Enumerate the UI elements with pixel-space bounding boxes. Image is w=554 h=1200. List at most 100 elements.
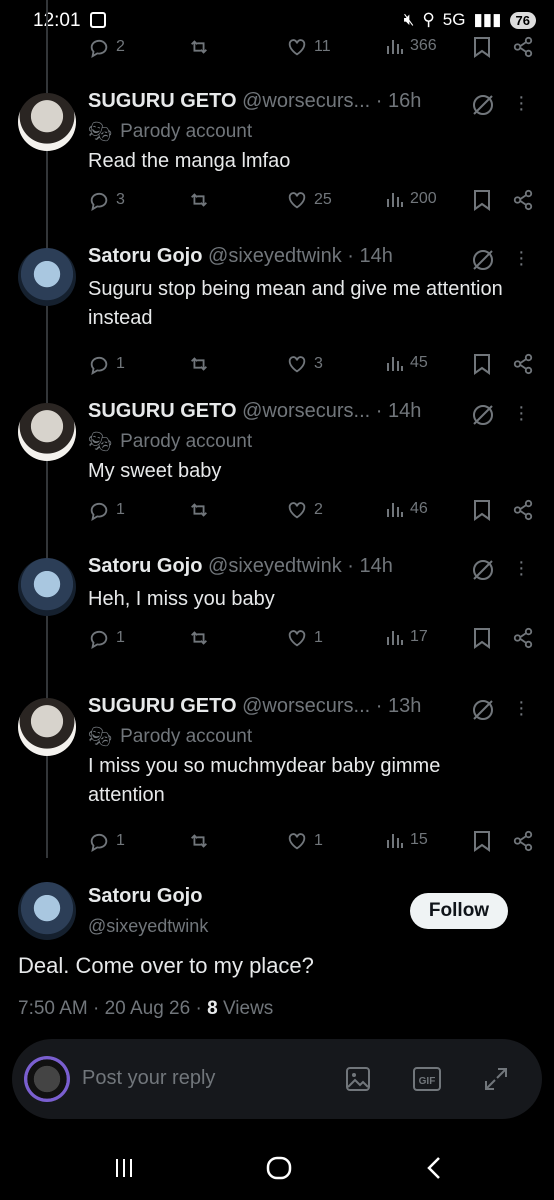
avatar[interactable]: [18, 558, 76, 616]
share-button[interactable]: [512, 830, 534, 852]
views-button[interactable]: 366: [386, 36, 437, 56]
author-handle[interactable]: @worsecurs...: [242, 400, 370, 422]
like-button[interactable]: 1: [286, 627, 323, 649]
bookmark-button[interactable]: [473, 189, 491, 211]
image-icon[interactable]: [344, 1065, 372, 1093]
post-text: Deal. Come over to my place?: [18, 953, 314, 978]
like-button[interactable]: 11: [286, 36, 331, 58]
repost-button[interactable]: [188, 353, 210, 375]
home-icon[interactable]: [266, 1156, 292, 1185]
bookmark-button[interactable]: [473, 499, 491, 521]
back-icon[interactable]: [424, 1156, 444, 1185]
gif-icon[interactable]: GIF: [412, 1065, 442, 1093]
share-button[interactable]: [512, 499, 534, 521]
avatar[interactable]: [18, 698, 76, 756]
like-button[interactable]: 2: [286, 499, 323, 521]
android-nav-bar: [0, 1140, 554, 1200]
author-handle[interactable]: @sixeyedtwink: [208, 245, 342, 267]
bookmark-button[interactable]: [473, 627, 491, 649]
reply-button[interactable]: 1: [88, 830, 125, 852]
svg-text:GIF: GIF: [419, 1076, 436, 1087]
author-handle[interactable]: @sixeyedtwink: [88, 916, 208, 936]
views-icon: [387, 40, 403, 54]
like-button[interactable]: 25: [286, 189, 332, 211]
post-text: Heh, I miss you baby: [88, 588, 275, 610]
author-handle[interactable]: @worsecurs...: [242, 90, 370, 112]
more-icon[interactable]: · · ·: [518, 87, 525, 119]
author-name[interactable]: SUGURU GETO: [88, 400, 237, 422]
reply-button[interactable]: 2: [88, 36, 125, 58]
post-text: I miss you so muchmydear baby gimme atte…: [88, 755, 441, 806]
follow-button[interactable]: Follow: [410, 893, 508, 929]
repost-button[interactable]: [188, 36, 210, 58]
network-label: 5G: [442, 10, 466, 29]
views-button[interactable]: 200: [386, 189, 437, 209]
like-icon: [288, 502, 306, 519]
post-time: · 14h: [347, 555, 393, 577]
share-button[interactable]: [512, 189, 534, 211]
share-button[interactable]: [512, 627, 534, 649]
status-time: 12:01: [33, 10, 81, 31]
grok-icon[interactable]: [470, 92, 496, 118]
more-icon[interactable]: · · ·: [518, 242, 525, 274]
repost-icon: [191, 193, 207, 207]
post-meta: 7:50 AM · 20 Aug 26 · 8 Views: [18, 998, 274, 1019]
grok-icon[interactable]: [470, 247, 496, 273]
reply-button[interactable]: 3: [88, 189, 125, 211]
reply-button[interactable]: 1: [88, 499, 125, 521]
repost-button[interactable]: [188, 499, 210, 521]
author-name[interactable]: SUGURU GETO: [88, 90, 237, 112]
views-button[interactable]: 17: [386, 627, 428, 647]
grok-icon[interactable]: [470, 697, 496, 723]
grok-icon[interactable]: [470, 402, 496, 428]
author-name[interactable]: Satoru Gojo: [88, 245, 202, 267]
expand-icon[interactable]: [482, 1065, 510, 1093]
avatar[interactable]: [18, 882, 76, 940]
post-actions: 1 3 45: [88, 353, 534, 377]
like-button[interactable]: 3: [286, 353, 323, 375]
recents-icon[interactable]: [112, 1156, 136, 1185]
like-icon: [288, 39, 306, 56]
like-icon: [288, 356, 306, 373]
more-icon[interactable]: · · ·: [518, 692, 525, 724]
mask-icon: 🎭︎: [88, 432, 113, 453]
reply-button[interactable]: 1: [88, 353, 125, 375]
mask-icon: 🎭︎: [88, 727, 113, 748]
post-actions: 1 2 46: [88, 499, 534, 523]
avatar[interactable]: [18, 248, 76, 306]
like-button[interactable]: 1: [286, 830, 323, 852]
views-button[interactable]: 46: [386, 499, 428, 519]
like-count: 25: [314, 191, 332, 208]
views-button[interactable]: 15: [386, 830, 428, 850]
avatar[interactable]: [18, 403, 76, 461]
repost-button[interactable]: [188, 627, 210, 649]
reply-icon: [90, 356, 108, 375]
author-name[interactable]: SUGURU GETO: [88, 695, 237, 717]
mask-icon: 🎭︎: [88, 122, 113, 143]
avatar[interactable]: [18, 93, 76, 151]
signal-icon: ▮▮▮: [473, 10, 502, 29]
more-icon[interactable]: · · ·: [518, 397, 525, 429]
share-button[interactable]: [512, 36, 534, 58]
author-name[interactable]: Satoru Gojo: [88, 555, 202, 577]
bookmark-button[interactable]: [473, 36, 491, 58]
author-name[interactable]: Satoru Gojo: [88, 885, 202, 907]
more-icon[interactable]: · · ·: [518, 552, 525, 584]
reply-input[interactable]: Post your reply: [82, 1067, 215, 1090]
bookmark-button[interactable]: [473, 353, 491, 375]
views-button[interactable]: 45: [386, 353, 428, 373]
repost-button[interactable]: [188, 189, 210, 211]
post-text: My sweet baby: [88, 460, 222, 482]
reply-count: 1: [116, 501, 125, 518]
post-actions: 3 25 200: [88, 189, 534, 213]
mute-icon: 🔇︎: [403, 10, 415, 29]
share-button[interactable]: [512, 353, 534, 375]
repost-button[interactable]: [188, 830, 210, 852]
reply-button[interactable]: 1: [88, 627, 125, 649]
grok-icon[interactable]: [470, 557, 496, 583]
bookmark-button[interactable]: [473, 830, 491, 852]
reply-bar[interactable]: Post your reply GIF: [12, 1039, 542, 1119]
share-icon: [513, 627, 533, 649]
author-handle[interactable]: @sixeyedtwink: [208, 555, 342, 577]
author-handle[interactable]: @worsecurs...: [242, 695, 370, 717]
